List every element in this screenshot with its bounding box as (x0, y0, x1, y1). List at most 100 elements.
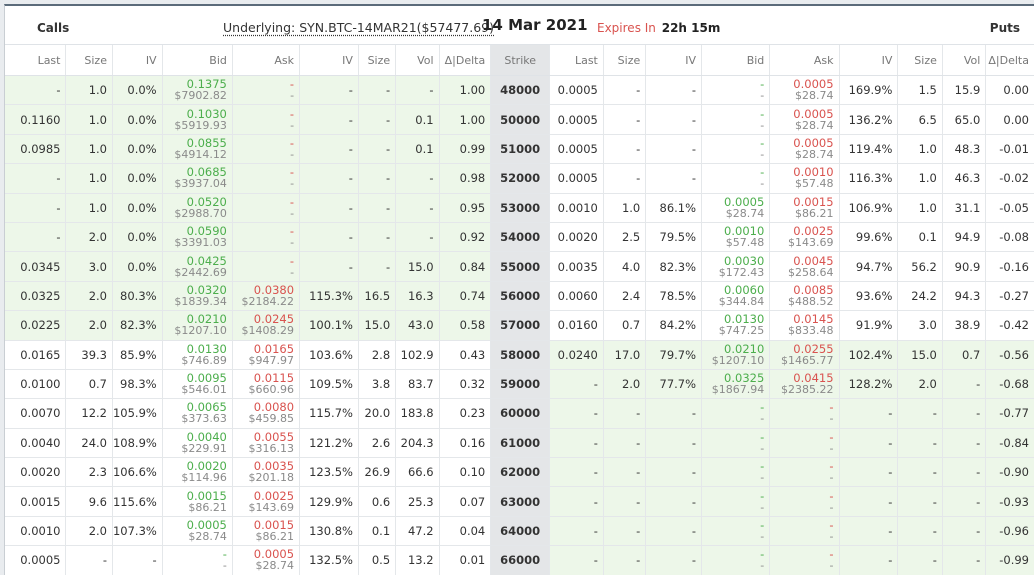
put-cell[interactable]: 1.5 (897, 75, 943, 106)
put-cell[interactable]: - (839, 428, 899, 459)
put-ask-cell[interactable]: 0.0085 $488.52 (769, 281, 840, 312)
call-cell[interactable]: 1.00 (439, 104, 492, 135)
option-row[interactable]: 0.0225 2.0 82.3% 0.0210 $1207.10 0.0245 $1408.… (5, 310, 1034, 341)
call-cell[interactable]: - (5, 75, 67, 106)
call-bid-price[interactable]: 0.0015 (163, 490, 227, 502)
put-cell[interactable]: 2.5 (603, 222, 647, 253)
put-cell[interactable]: 0.7 (603, 310, 647, 341)
put-cell[interactable]: - (645, 163, 703, 194)
call-cell[interactable]: 0.0225 (5, 310, 67, 341)
calls-col-header[interactable]: Size (358, 45, 397, 76)
option-row[interactable]: 0.0040 24.0 108.9% 0.0040 $229.91 0.0055 $316.… (5, 428, 1034, 459)
put-cell[interactable]: 4.0 (603, 251, 647, 282)
call-cell[interactable]: 129.9% (299, 486, 359, 517)
option-row[interactable]: 0.1160 1.0 0.0% 0.1030 $5919.93- - - -0.1 1.00 50… (5, 104, 1034, 135)
call-ask-price[interactable]: - (233, 137, 294, 149)
put-cell[interactable]: 15.0 (897, 340, 943, 370)
call-cell[interactable]: - (112, 545, 163, 575)
put-cell[interactable]: 0.0020 (549, 222, 604, 253)
put-cell[interactable]: - (603, 163, 647, 194)
call-cell[interactable]: 0.99 (439, 134, 492, 165)
put-cell[interactable]: 82.3% (645, 251, 703, 282)
call-cell[interactable]: 0.0% (112, 222, 163, 253)
put-cell[interactable]: - (645, 457, 703, 488)
put-cell[interactable]: 24.2 (897, 281, 943, 312)
put-cell[interactable]: - (549, 486, 604, 517)
put-cell[interactable]: 78.5% (645, 281, 703, 312)
put-bid-cell[interactable]: 0.0005 $28.74 (701, 193, 771, 223)
call-cell[interactable]: 12.2 (65, 398, 113, 429)
call-cell[interactable]: 13.2 (395, 545, 440, 575)
call-cell[interactable]: 2.8 (358, 340, 397, 370)
call-cell[interactable]: - (358, 134, 397, 165)
puts-col-header[interactable]: Δ|Delta (985, 45, 1034, 76)
call-bid-cell[interactable]: 0.0590 $3391.03 (162, 222, 233, 253)
option-row[interactable]: 0.0985 1.0 0.0% 0.0855 $4914.12- - - -0.1 0.99 51… (5, 134, 1034, 165)
put-ask-price[interactable]: - (770, 519, 833, 531)
puts-col-header[interactable]: IV (839, 45, 899, 76)
put-ask-price[interactable]: - (770, 549, 833, 561)
call-cell[interactable]: 0.0040 (5, 428, 67, 459)
put-ask-cell[interactable]: -- (769, 486, 840, 517)
call-bid-cell[interactable]: 0.0130 $746.89 (162, 340, 233, 370)
call-cell[interactable]: 25.3 (395, 486, 440, 517)
call-cell[interactable]: 2.0 (65, 516, 113, 547)
put-cell[interactable]: -0.77 (985, 398, 1034, 429)
call-bid-cell[interactable]: 0.0020 $114.96 (162, 457, 233, 488)
call-ask-cell[interactable]: 0.0115 $660.96 (232, 369, 301, 400)
call-cell[interactable]: 2.0 (65, 281, 113, 312)
put-ask-cell[interactable]: 0.0255 $1465.77 (769, 340, 840, 370)
call-cell[interactable]: 2.3 (65, 457, 113, 488)
call-cell[interactable]: 0.0% (112, 251, 163, 282)
put-cell[interactable]: - (942, 516, 987, 547)
call-cell[interactable]: 123.5% (299, 457, 359, 488)
put-cell[interactable]: - (839, 398, 899, 429)
put-cell[interactable]: 0.0005 (549, 163, 604, 194)
put-cell[interactable]: 169.9% (839, 75, 899, 106)
put-cell[interactable]: 0.0005 (549, 134, 604, 165)
put-cell[interactable]: 1.0 (897, 134, 943, 165)
put-cell[interactable]: -0.42 (985, 310, 1034, 341)
call-bid-price[interactable]: 0.0425 (163, 255, 227, 267)
option-row[interactable]: 0.0020 2.3 106.6% 0.0020 $114.96 0.0035 $201.1… (5, 457, 1034, 488)
call-cell[interactable]: - (299, 251, 359, 282)
put-cell[interactable]: 79.5% (645, 222, 703, 253)
call-ask-cell[interactable]: 0.0080 $459.85 (232, 398, 301, 429)
option-row[interactable]: 0.0165 39.3 85.9% 0.0130 $746.89 0.0165 $947.9… (5, 340, 1034, 370)
put-bid-price[interactable]: - (702, 549, 764, 561)
option-row[interactable]: 0.0100 0.7 98.3% 0.0095 $546.01 0.0115 $660.96… (5, 369, 1034, 400)
call-cell[interactable]: - (358, 163, 397, 194)
call-cell[interactable]: 1.00 (439, 75, 492, 106)
call-cell[interactable]: 39.3 (65, 340, 113, 370)
call-ask-cell[interactable]: -- (232, 75, 301, 106)
put-ask-cell[interactable]: -- (769, 516, 840, 547)
call-ask-price[interactable]: - (233, 78, 294, 90)
put-cell[interactable]: 31.1 (942, 193, 987, 223)
call-cell[interactable]: 0.1160 (5, 104, 67, 135)
option-row[interactable]: 0.0345 3.0 0.0% 0.0425 $2442.69- - - -15.0 0.84 5… (5, 251, 1034, 282)
put-cell[interactable]: 1.0 (603, 193, 647, 223)
put-bid-cell[interactable]: -- (701, 516, 771, 547)
call-cell[interactable]: 0.0005 (5, 545, 67, 575)
put-cell[interactable]: -0.02 (985, 163, 1034, 194)
call-ask-price[interactable]: - (233, 108, 294, 120)
puts-col-header[interactable]: Size (897, 45, 943, 76)
call-cell[interactable]: - (395, 222, 440, 253)
put-cell[interactable]: 93.6% (839, 281, 899, 312)
call-cell[interactable]: 0.1 (358, 516, 397, 547)
put-cell[interactable]: 128.2% (839, 369, 899, 400)
call-cell[interactable]: 0.0% (112, 75, 163, 106)
call-cell[interactable]: 1.0 (65, 163, 113, 194)
call-cell[interactable]: 121.2% (299, 428, 359, 459)
call-bid-cell[interactable]: 0.1375 $7902.82 (162, 75, 233, 106)
call-cell[interactable]: 107.3% (112, 516, 163, 547)
call-cell[interactable]: 0.1 (395, 104, 440, 135)
option-row[interactable]: 0.0010 2.0 107.3% 0.0005 $28.74 0.0015 $86.21 1… (5, 516, 1034, 547)
call-cell[interactable]: 0.0325 (5, 281, 67, 312)
call-bid-cell[interactable]: -- (162, 545, 233, 575)
put-cell[interactable]: 79.7% (645, 340, 703, 370)
put-cell[interactable]: - (603, 516, 647, 547)
put-bid-price[interactable]: - (702, 167, 764, 179)
put-bid-cell[interactable]: 0.0325 $1867.94 (701, 369, 771, 400)
call-cell[interactable]: 0.0015 (5, 486, 67, 517)
